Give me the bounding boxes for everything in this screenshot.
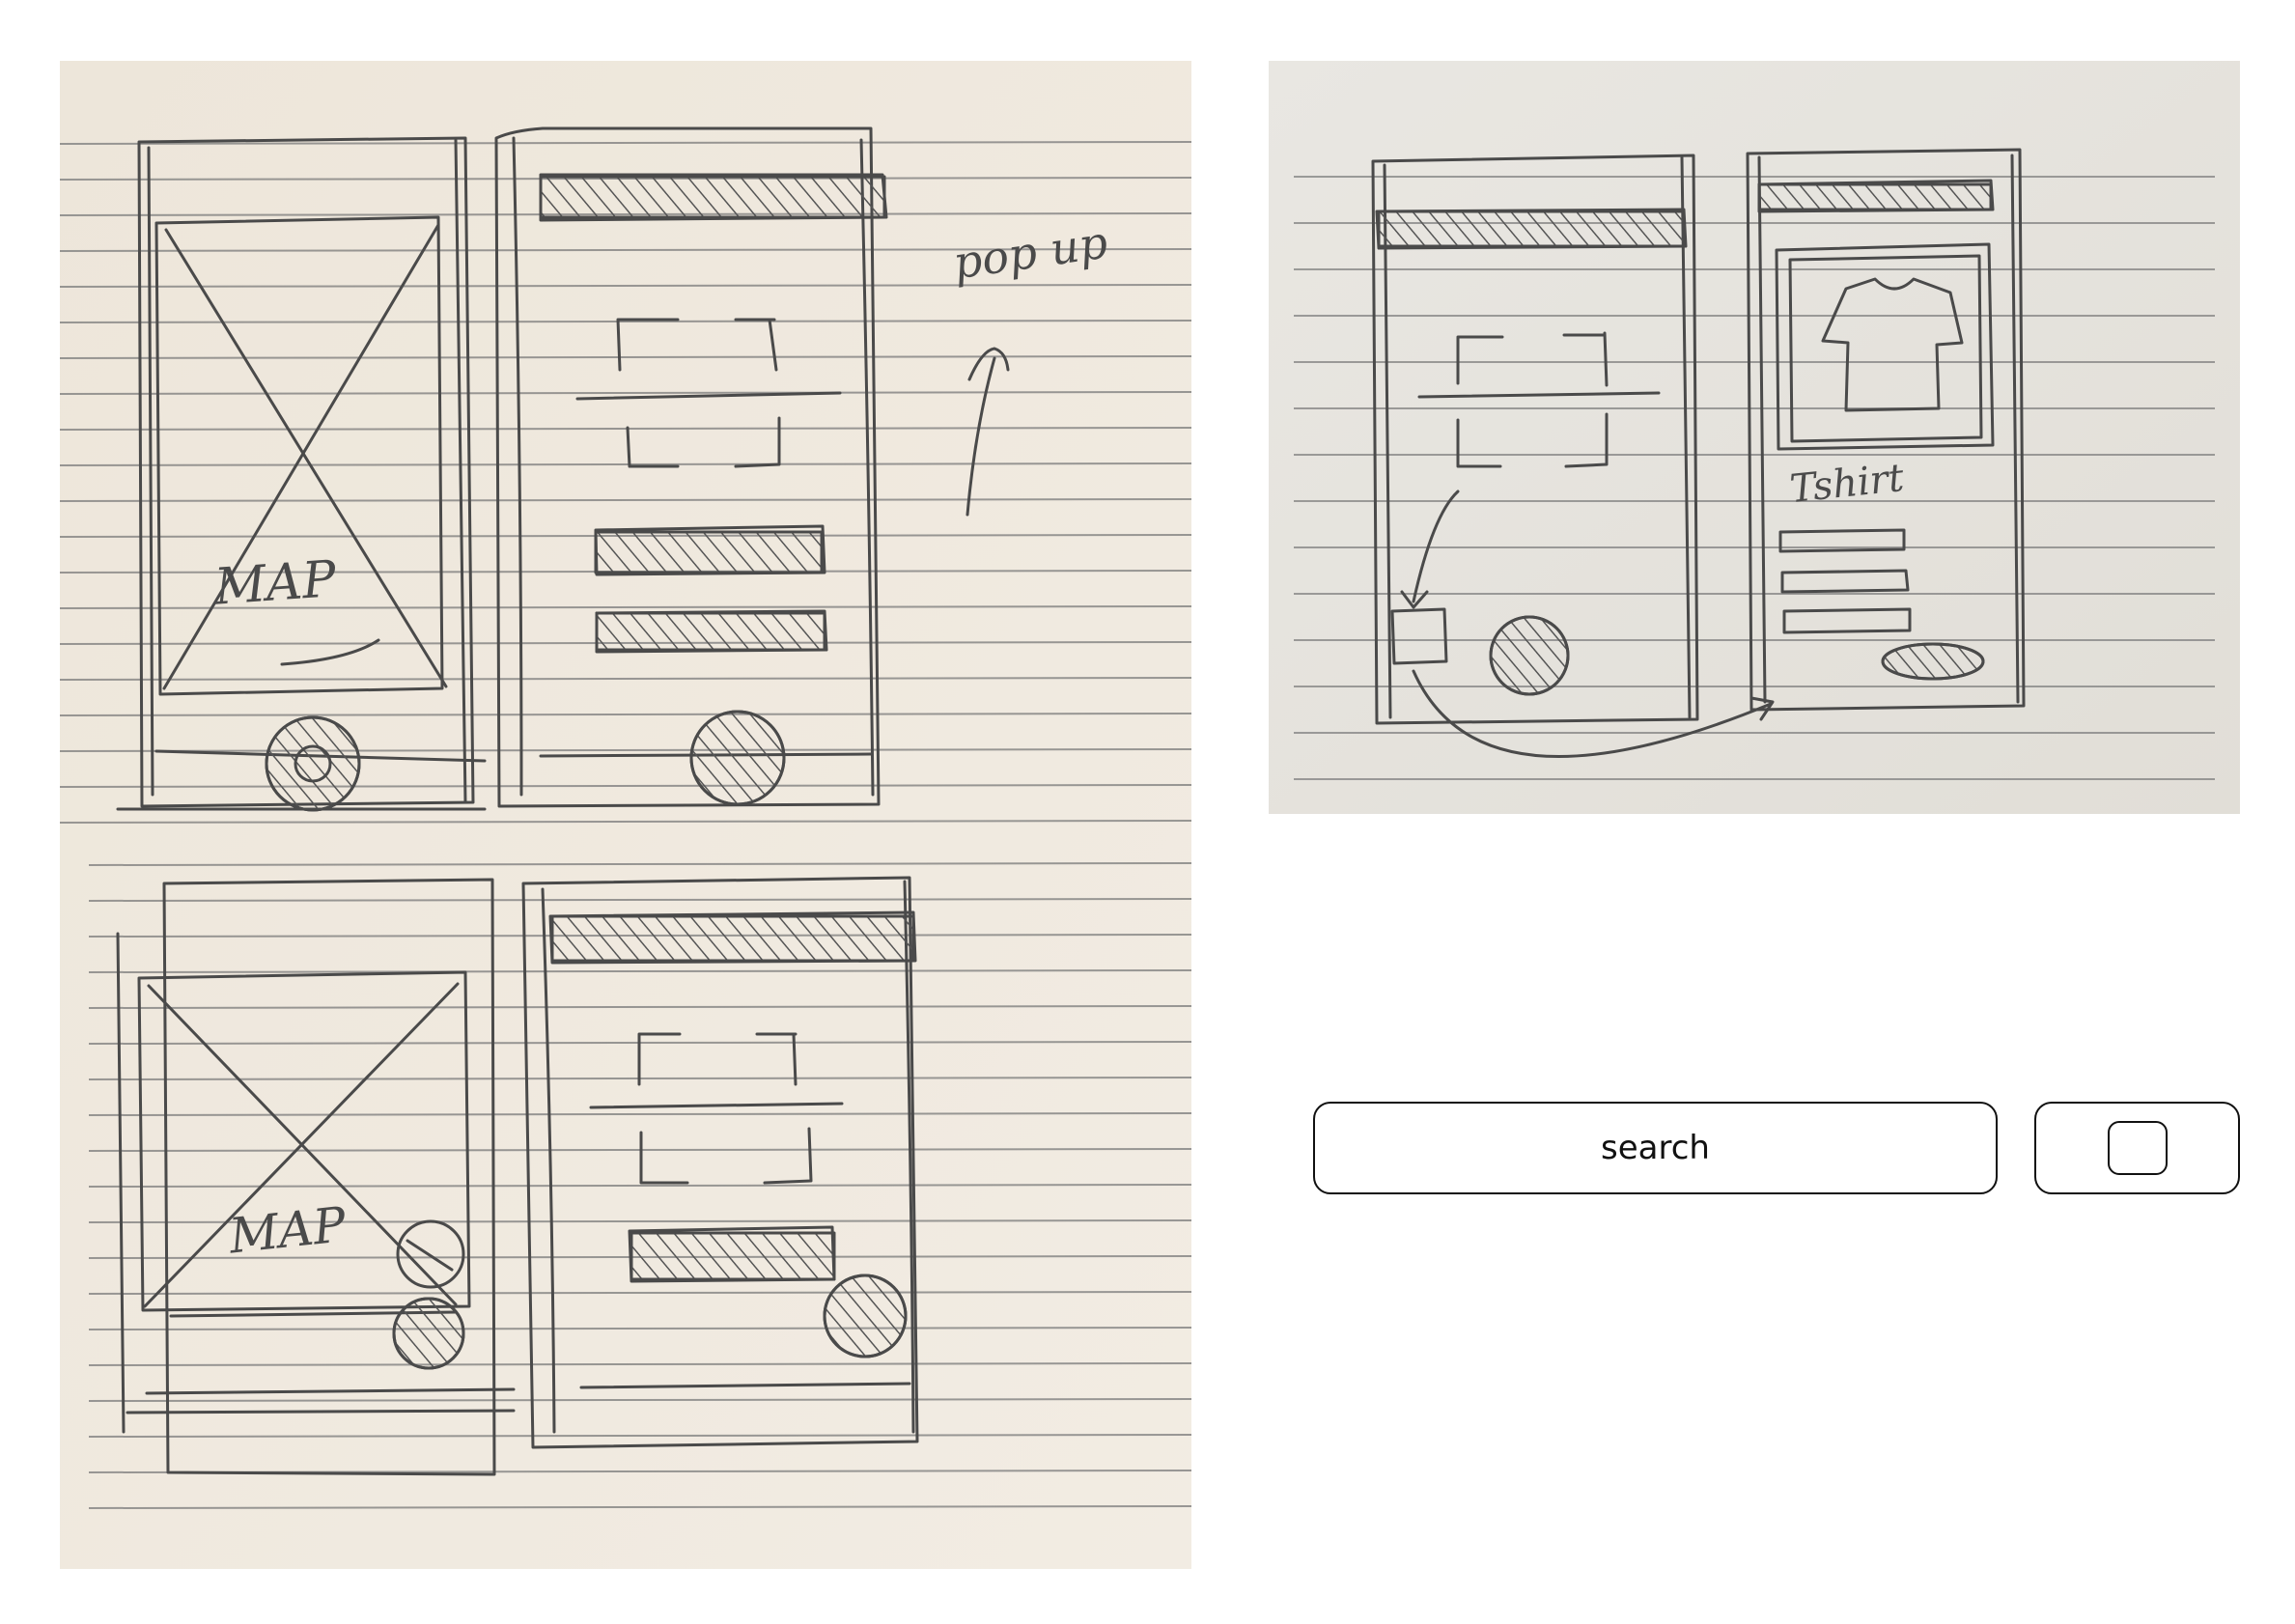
search-label: search — [1601, 1129, 1710, 1167]
square-icon — [2107, 1121, 2168, 1175]
map-label-top: MAP — [211, 550, 339, 617]
search-field[interactable]: search — [1313, 1102, 1998, 1194]
sketch-photo-left: MAP pop up MAP — [60, 61, 1191, 1569]
svg-text:MAP: MAP — [211, 550, 339, 617]
add-to-cart-button-sketch — [1881, 642, 1985, 681]
paper-background — [1269, 61, 2240, 814]
fab-button-sketch — [1489, 615, 1570, 696]
sketch-photo-right: Tshirt — [1269, 61, 2240, 814]
fab-button-sketch-top-right — [689, 710, 786, 806]
square-button[interactable] — [2034, 1102, 2240, 1194]
fab-button-sketch-bottom-right — [823, 1274, 908, 1358]
fab-button-sketch-top-left — [265, 715, 361, 812]
